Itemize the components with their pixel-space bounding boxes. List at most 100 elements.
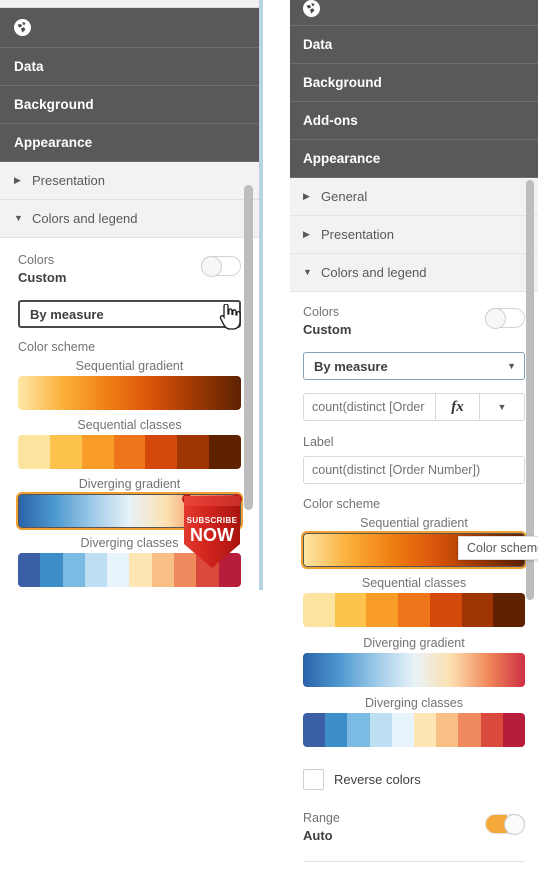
right-colors-label: Colors (303, 305, 340, 319)
color-class-swatch (334, 593, 367, 627)
toggle-knob (485, 308, 506, 329)
right-measure-dropdown-button[interactable]: ▼ (480, 393, 525, 421)
right-color-mode-select[interactable]: By measure ▼ (303, 352, 525, 380)
color-class-swatch (18, 435, 50, 469)
right-colors-row: Colors Custom (303, 304, 525, 339)
color-class-swatch (461, 593, 494, 627)
right-section-colors-and-legend[interactable]: Colors and legend (290, 254, 538, 292)
color-class-swatch (49, 435, 82, 469)
right-accordion-data-label: Data (303, 37, 333, 52)
right-accordion-addons[interactable]: Add-ons (290, 102, 538, 140)
left-accordion-appearance[interactable]: Appearance (0, 124, 259, 162)
chevron-right-icon (303, 192, 317, 201)
right-swatch-sequential-classes[interactable] (303, 593, 525, 627)
subscribe-badge-line2: NOW (190, 525, 234, 545)
right-measure-input[interactable]: count(distinct [Order (303, 393, 435, 421)
color-class-swatch (347, 713, 370, 747)
chevron-down-icon: ▼ (222, 309, 231, 319)
right-colors-value: Custom (303, 322, 352, 337)
range-row: Range Auto (303, 810, 525, 845)
color-class-swatch (107, 553, 130, 587)
left-scheme-caption-seq-gradient: Sequential gradient (75, 359, 184, 373)
left-section-presentation-label: Presentation (32, 173, 105, 188)
left-accordion-data[interactable]: Data (0, 48, 259, 86)
left-accordion-appearance-label: Appearance (14, 135, 93, 150)
color-class-swatch (303, 713, 326, 747)
color-class-swatch (84, 553, 108, 587)
left-colors-value: Custom (18, 270, 67, 285)
left-colors-toggle[interactable] (201, 256, 241, 277)
right-section-presentation-label: Presentation (321, 227, 394, 242)
left-section-colors-and-legend[interactable]: Colors and legend (0, 200, 259, 238)
color-class-swatch (502, 713, 525, 747)
subscribe-now-badge[interactable]: SUBSCRIBE NOW (178, 490, 246, 572)
color-class-swatch (145, 435, 178, 469)
left-swatch-sequential-gradient[interactable] (18, 376, 241, 410)
color-class-swatch (62, 553, 85, 587)
chevron-down-icon (14, 214, 28, 223)
right-accordion-data[interactable]: Data (290, 26, 538, 64)
chevron-right-icon (14, 176, 28, 185)
chevron-down-icon: ▼ (507, 361, 516, 371)
left-panel-top-strip (0, 0, 259, 8)
right-swatch-diverging-gradient[interactable] (303, 653, 525, 687)
right-panel-object-header[interactable] (290, 0, 538, 26)
range-value: Auto (303, 828, 333, 843)
left-accordion-background[interactable]: Background (0, 86, 259, 124)
globe-icon (14, 19, 31, 36)
left-accordion-background-label: Background (14, 97, 94, 112)
right-scheme-caption-seq-classes: Sequential classes (361, 576, 467, 590)
right-scheme-caption-seq-gradient: Sequential gradient (360, 516, 468, 530)
left-section-colors-and-legend-label: Colors and legend (32, 211, 138, 226)
color-class-swatch (129, 553, 152, 587)
range-label: Range (303, 811, 340, 825)
left-swatch-sequential-classes[interactable] (18, 435, 241, 469)
right-accordion-appearance[interactable]: Appearance (290, 140, 538, 178)
color-class-swatch (81, 435, 114, 469)
right-label-input[interactable]: count(distinct [Order Number]) (303, 456, 525, 484)
left-colors-label: Colors (18, 253, 55, 267)
toggle-knob (201, 256, 222, 277)
right-color-scheme-label: Color scheme (303, 497, 381, 511)
right-accordion-background[interactable]: Background (290, 64, 538, 102)
chevron-down-icon: ▼ (497, 402, 507, 412)
color-class-swatch (325, 713, 348, 747)
section-divider (303, 861, 525, 862)
right-section-general[interactable]: General (290, 178, 538, 216)
expression-editor-button[interactable]: fx (435, 393, 480, 421)
left-section-presentation[interactable]: Presentation (0, 162, 259, 200)
left-scheme-caption-seq-classes: Sequential classes (77, 418, 182, 432)
color-class-swatch (458, 713, 481, 747)
reverse-colors-row[interactable]: Reverse colors (303, 769, 525, 790)
color-class-swatch (391, 713, 415, 747)
right-section-presentation[interactable]: Presentation (290, 216, 538, 254)
left-color-mode-value: By measure (30, 306, 104, 322)
right-accordion-appearance-label: Appearance (303, 151, 381, 166)
subscribe-badge-line1: SUBSCRIBE (187, 516, 238, 525)
right-properties-panel: Data Background Add-ons Appearance Gener… (290, 0, 538, 896)
color-class-swatch (209, 435, 241, 469)
screenshot-root: Data Background Appearance Presentation … (0, 0, 556, 896)
left-panel-object-header[interactable] (0, 8, 259, 48)
range-toggle[interactable] (485, 814, 525, 835)
color-class-swatch (480, 713, 503, 747)
right-measure-input-group: count(distinct [Order fx ▼ (303, 393, 525, 421)
right-section-general-label: General (321, 189, 368, 204)
right-colors-toggle[interactable] (485, 308, 525, 329)
left-panel-scrollbar[interactable] (244, 185, 253, 510)
color-class-swatch (151, 553, 175, 587)
reverse-colors-checkbox[interactable] (303, 769, 324, 790)
color-class-swatch (177, 435, 210, 469)
right-section-colors-and-legend-label: Colors and legend (321, 265, 427, 280)
right-accordion-addons-label: Add-ons (303, 113, 358, 128)
color-scheme-tooltip: Color scheme (458, 536, 538, 560)
color-class-swatch (18, 553, 41, 587)
right-color-mode-value: By measure (314, 358, 388, 374)
right-accordion-background-label: Background (303, 75, 382, 90)
right-swatch-diverging-classes[interactable] (303, 713, 525, 747)
toggle-knob (504, 814, 525, 835)
left-accordion-data-label: Data (14, 59, 44, 74)
left-color-mode-select[interactable]: By measure ▼ (18, 300, 241, 328)
color-class-swatch (369, 713, 392, 747)
right-scheme-caption-div-gradient: Diverging gradient (363, 636, 465, 650)
